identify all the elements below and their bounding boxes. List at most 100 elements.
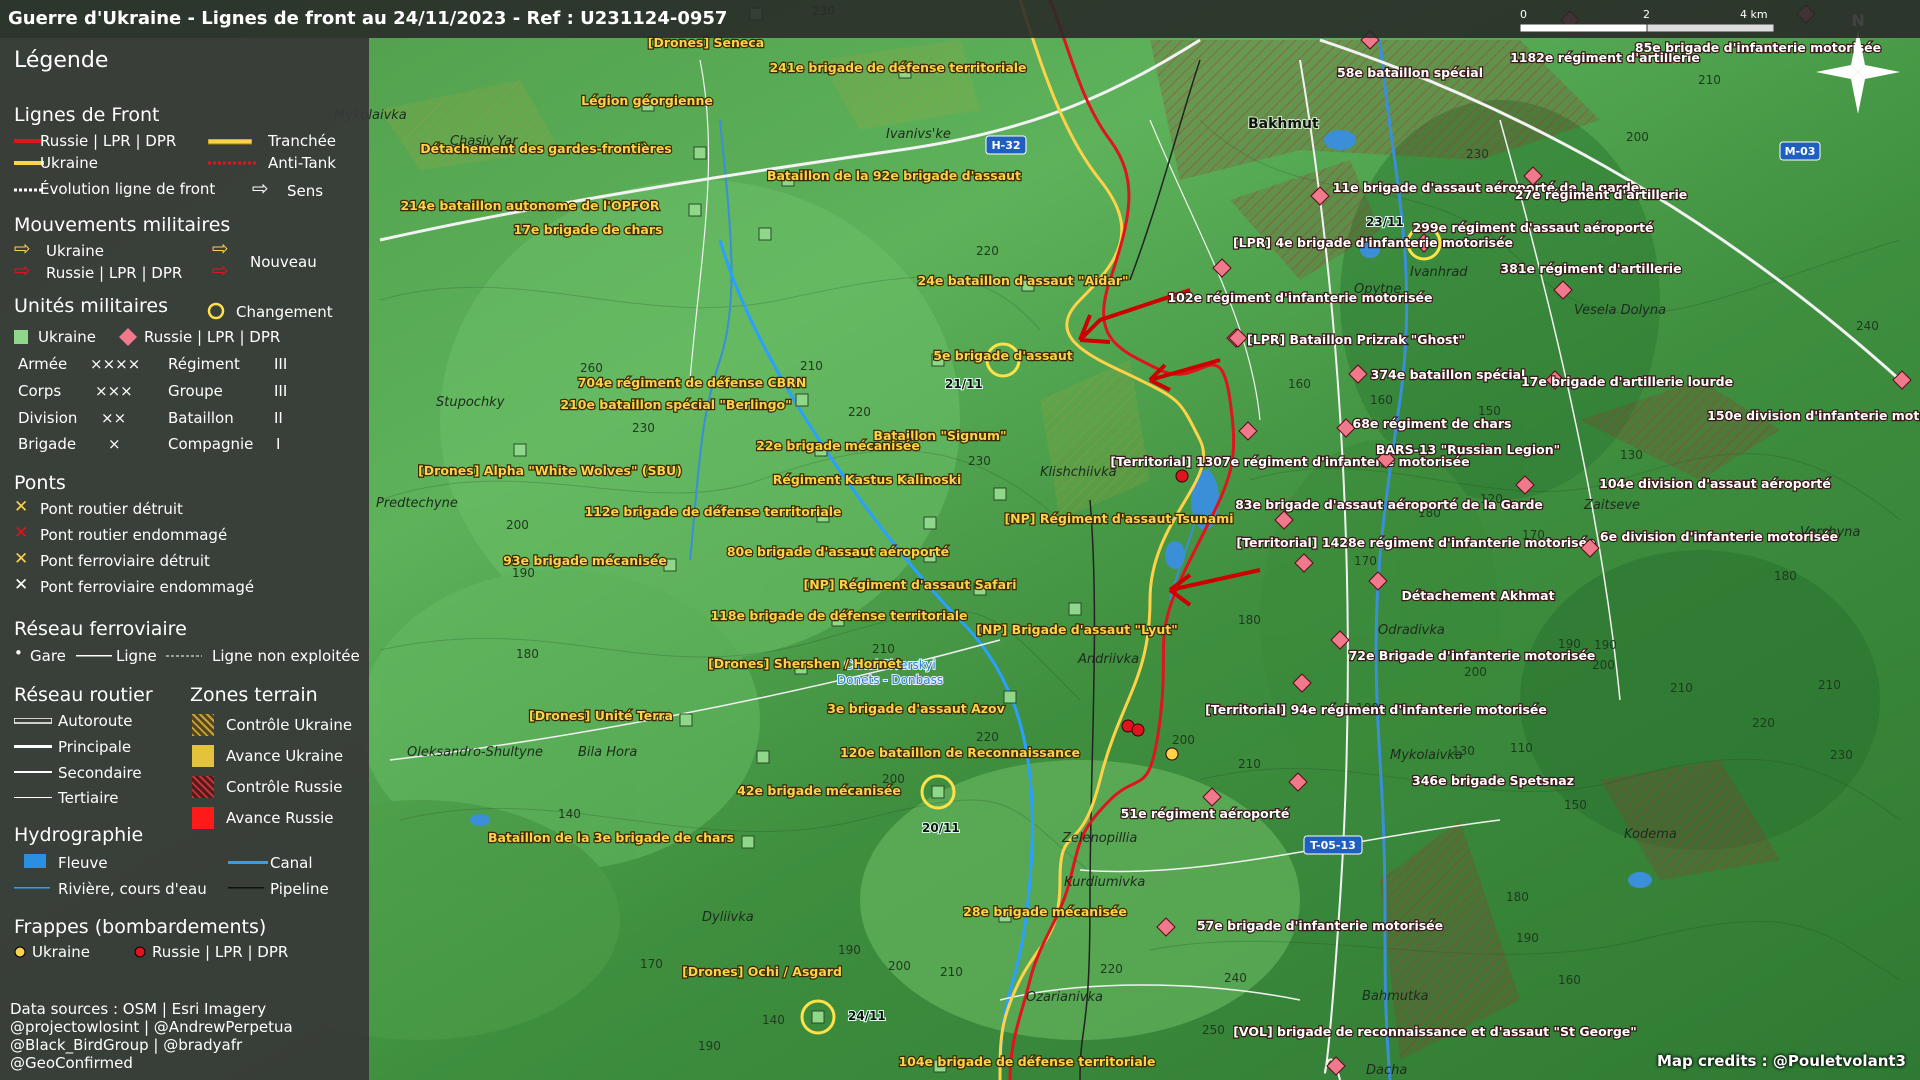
map-root: H-32 M-03 T-05-13 Bakhmut Chasiv Yar Iva…: [0, 0, 1920, 1080]
svg-text:220: 220: [848, 405, 871, 419]
ukraine-unit-label: 5e brigade d'assaut: [933, 348, 1073, 363]
svg-text:190: 190: [838, 943, 861, 957]
legend-move-ukraine: Ukraine: [46, 242, 104, 260]
svg-text:180: 180: [516, 647, 539, 661]
russia-unit-label: [LPR] Bataillon Prizrak "Ghost": [1247, 332, 1465, 347]
svg-text:150: 150: [1564, 798, 1587, 812]
svg-text:200: 200: [1172, 733, 1195, 747]
ukraine-unit-icon: [811, 1010, 825, 1024]
road-bridge-destroyed-icon: ✕: [14, 497, 29, 517]
ukraine-unit-label: 22e brigade mécanisée: [756, 438, 920, 453]
russia-unit-label: [VOL] brigade de reconnaissance et d'ass…: [1233, 1024, 1637, 1039]
svg-text:200: 200: [506, 518, 529, 532]
place-zaitseve: Zaitseve: [1583, 498, 1640, 513]
source-line: Data sources : OSM | Esri Imagery: [10, 1000, 267, 1018]
russia-unit-label: 68e régiment de chars: [1353, 416, 1512, 431]
highway-swatch: [14, 718, 52, 724]
svg-text:200: 200: [1626, 130, 1649, 144]
legend-station: Gare: [30, 647, 66, 665]
ukraine-unit-swatch: [14, 330, 28, 344]
legend-stream: Rivière, cours d'eau: [58, 880, 207, 898]
ukraine-unit-label: Régiment Kastus Kalinoski: [773, 472, 962, 487]
legend-ukraine-line: Ukraine: [40, 154, 98, 172]
legend-zone: Contrôle Ukraine: [226, 716, 353, 734]
svg-text:210: 210: [800, 359, 823, 373]
source-line: @projectowlosint | @AndrewPerpetua: [10, 1018, 293, 1036]
russia-unit-label: 150e division d'infanterie motorisée: [1707, 408, 1920, 423]
road-badge-m03: M-03: [1779, 141, 1821, 161]
russia-unit-label: Détachement Akhmat: [1401, 588, 1554, 603]
place-bila-hora: Bila Hora: [578, 745, 637, 760]
legend-move-new: Nouveau: [250, 253, 317, 271]
legend-canal: Canal: [270, 854, 313, 872]
svg-text:260: 260: [580, 361, 603, 375]
svg-text:220: 220: [976, 244, 999, 258]
svg-text:180: 180: [1238, 613, 1261, 627]
svg-text:210: 210: [1238, 757, 1261, 771]
russia-unit-label: 51e régiment aéroporté: [1121, 806, 1290, 821]
legend-zone: Contrôle Russie: [226, 778, 343, 796]
ukraine-unit-label: [NP] Brigade d'assaut "Lyut": [976, 622, 1177, 637]
zone-ukraine-control-swatch: [192, 714, 214, 736]
russia-unit[interactable]: [LPR] Bataillon Prizrak "Ghost": [1228, 328, 1466, 348]
echelon-name: Régiment: [168, 355, 240, 373]
ukraine-unit-label: 17e brigade de chars: [514, 222, 663, 237]
echelon-name: Compagnie: [168, 435, 254, 453]
legend-bridges-title: Ponts: [14, 472, 66, 494]
canal-swatch: [228, 861, 268, 864]
svg-text:210: 210: [1670, 681, 1693, 695]
legend-move-russia: Russie | LPR | DPR: [46, 264, 183, 282]
source-line: @GeoConfirmed: [10, 1054, 133, 1072]
ukraine-unit-label: 80e brigade d'assaut aéroporté: [727, 544, 949, 559]
echelon-name: Corps: [18, 382, 62, 400]
svg-text:170: 170: [640, 957, 663, 971]
ukraine-unit-icon: [756, 750, 770, 764]
legend-road: Principale: [58, 738, 132, 756]
legend-front-title: Lignes de Front: [14, 104, 160, 126]
svg-text:160: 160: [1370, 393, 1393, 407]
place-dacha: Dacha: [1366, 1063, 1407, 1078]
legend-evolution: Évolution ligne de front: [40, 180, 216, 198]
scale-bar: 0 2 4 km: [1519, 4, 1780, 38]
trench-swatch: [208, 139, 252, 145]
pipeline-swatch: [228, 887, 264, 889]
ukraine-unit-label: [Drones] Ochi / Asgard: [682, 964, 842, 979]
ukraine-unit-icon: [758, 227, 772, 241]
change-circle-icon: [207, 302, 225, 320]
legend-change: Changement: [236, 303, 333, 321]
echelon-symbol: ×: [108, 435, 121, 453]
ukraine-unit[interactable]: 210e bataillon spécial "Berlingo": [559, 393, 809, 413]
ukraine-unit-icon: [679, 713, 693, 727]
russia-unit[interactable]: 374e bataillon spécial: [1348, 364, 1527, 384]
svg-text:220: 220: [1752, 716, 1775, 730]
svg-text:190: 190: [1516, 931, 1539, 945]
ukraine-unit-label: 93e brigade mécanisée: [503, 553, 667, 568]
svg-text:250: 250: [1202, 1023, 1225, 1037]
strike-russia-icon: [134, 946, 146, 958]
main-road-swatch: [14, 745, 52, 748]
ukraine-unit-label: 241e brigade de défense territoriale: [769, 60, 1026, 75]
place-ivanhrad: Ivanhrad: [1410, 265, 1468, 280]
legend-unit-ukraine: Ukraine: [38, 328, 96, 346]
ukraine-unit-label: 104e brigade de défense territoriale: [898, 1054, 1155, 1069]
ukraine-unit-icon: [993, 487, 1007, 501]
echelon-symbol: ××: [101, 409, 127, 427]
russia-unit-label: 72e Brigade d'infanterie motorisée: [1349, 648, 1596, 663]
ukraine-unit-icon: [741, 835, 755, 849]
svg-text:140: 140: [558, 807, 581, 821]
legend-river: Fleuve: [58, 854, 108, 872]
russia-unit-label: 83e brigade d'assaut aéroporté de la Gar…: [1235, 497, 1543, 512]
legend-zones-title: Zones terrain: [190, 684, 318, 706]
svg-text:190: 190: [698, 1039, 721, 1053]
legend-strike-ukraine: Ukraine: [32, 943, 90, 961]
svg-text:M-03: M-03: [1785, 145, 1816, 158]
russia-unit-label: 346e brigade Spetsnaz: [1412, 773, 1574, 788]
svg-text:140: 140: [762, 1013, 785, 1027]
russia-unit[interactable]: 17e brigade d'artillerie lourde: [1520, 370, 1734, 390]
ukraine-unit-label: [Drones] Alpha "White Wolves" (SBU): [418, 463, 682, 478]
legend-roads-title: Réseau routier: [14, 684, 153, 706]
legend-direction: Sens: [287, 182, 324, 200]
rail-bridge-destroyed-icon: ✕: [14, 549, 29, 569]
date-label: 24/11: [848, 1009, 886, 1023]
echelon-symbol: ×××: [95, 382, 133, 400]
